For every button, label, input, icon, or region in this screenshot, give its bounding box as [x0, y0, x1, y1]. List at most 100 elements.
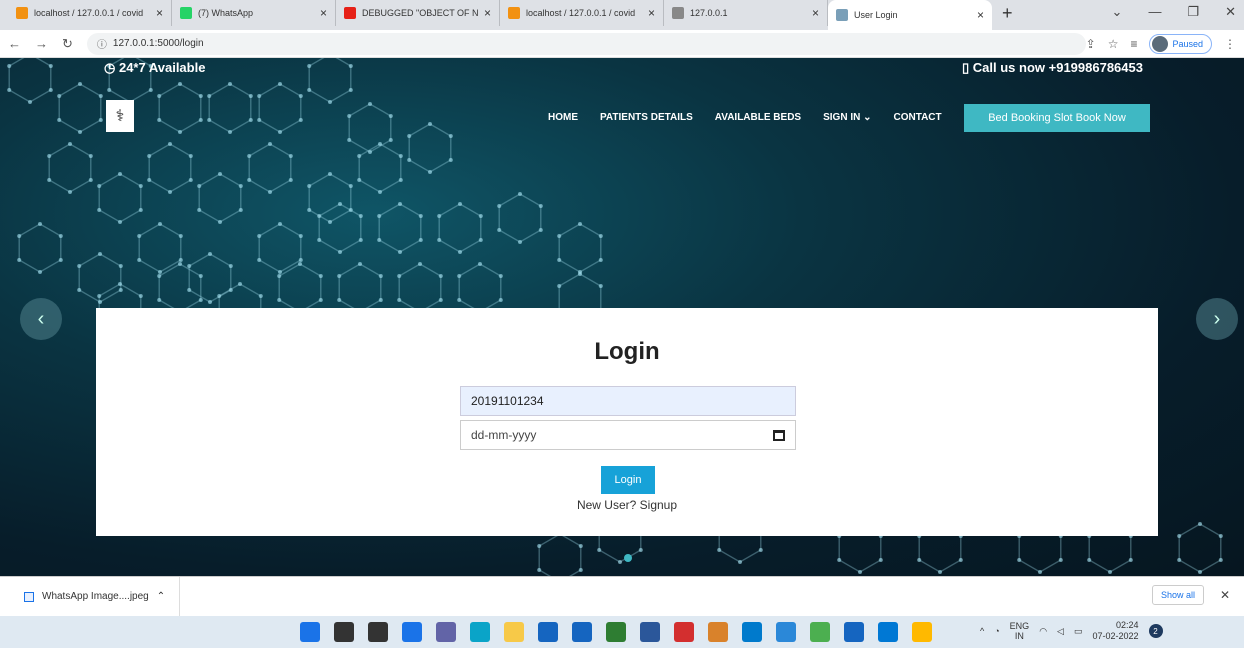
lang-indicator[interactable]: ENG IN	[1010, 621, 1030, 641]
taskbar-app-icon[interactable]	[504, 622, 524, 642]
taskbar-app-icon[interactable]	[640, 622, 660, 642]
hexagon-node	[158, 270, 162, 274]
close-tab-icon[interactable]: ×	[812, 6, 819, 20]
close-tab-icon[interactable]: ×	[156, 6, 163, 20]
hexagon-node	[578, 568, 583, 572]
hexagon-node	[407, 134, 412, 138]
hexagon-node	[348, 184, 353, 188]
nav-sign-in[interactable]: SIGN IN ⌄	[823, 112, 871, 123]
taskbar-app-icon[interactable]	[300, 622, 320, 642]
hexagon-node	[878, 558, 883, 562]
carousel-next-button[interactable]: ›	[1196, 298, 1238, 340]
hexagon-node	[198, 274, 203, 278]
carousel-indicator[interactable]	[624, 554, 632, 562]
close-tab-icon[interactable]: ×	[320, 6, 327, 20]
info-icon[interactable]: ⓘ	[97, 36, 107, 51]
window-controls: ⌄ — ❐ ✕	[1112, 4, 1236, 20]
taskbar-app-icon[interactable]	[402, 622, 422, 642]
hexagon-node	[398, 202, 402, 206]
profile-status: Paused	[1172, 38, 1203, 49]
chevron-up-icon[interactable]: ^	[980, 626, 984, 636]
wifi-icon[interactable]: ◠	[1039, 626, 1047, 637]
taskbar-app-icon[interactable]	[810, 622, 830, 642]
hexagon-shape	[498, 193, 542, 243]
hexagon-node	[168, 190, 172, 194]
browser-tab[interactable]: localhost / 127.0.0.1 / covid ×	[500, 0, 664, 26]
taskbar-app-icon[interactable]	[436, 622, 456, 642]
taskbar-app-icon[interactable]	[742, 622, 762, 642]
date-input[interactable]: dd-mm-yyyy	[460, 420, 796, 450]
taskbar-app-icon[interactable]	[538, 622, 558, 642]
notification-badge[interactable]: 2	[1148, 624, 1163, 638]
restore-icon[interactable]: ❐	[1187, 4, 1199, 20]
nav-home[interactable]: HOME	[548, 112, 578, 123]
forward-icon[interactable]: →	[35, 36, 48, 51]
login-title: Login	[594, 338, 660, 365]
browser-tab[interactable]: (7) WhatsApp ×	[172, 0, 336, 26]
chevron-up-icon[interactable]: ⌃	[157, 591, 165, 602]
hexagon-node	[437, 214, 442, 218]
taskbar-app-icon[interactable]	[776, 622, 796, 642]
signup-link[interactable]: New User? Signup	[96, 498, 1158, 512]
star-icon[interactable]: ☆	[1108, 37, 1119, 51]
login-button[interactable]: Login	[601, 466, 655, 494]
menu-icon[interactable]: ⋮	[1224, 37, 1236, 51]
minimize-icon[interactable]: —	[1148, 4, 1161, 20]
taskbar-app-icon[interactable]	[334, 622, 354, 642]
site-logo[interactable]: ⚕	[106, 100, 134, 132]
carousel-prev-button[interactable]: ‹	[20, 298, 62, 340]
close-icon[interactable]: ✕	[1220, 588, 1230, 602]
browser-tab[interactable]: DEBUGGED "OBJECT OF No ×	[336, 0, 500, 26]
nav-available-beds[interactable]: AVAILABLE BEDS	[715, 112, 801, 123]
close-tab-icon[interactable]: ×	[484, 6, 491, 20]
share-icon[interactable]: ⇪	[1086, 37, 1096, 51]
new-tab-icon[interactable]: +	[1002, 3, 1013, 24]
profile-button[interactable]: Paused	[1149, 33, 1212, 54]
taskbar-app-icon[interactable]	[572, 622, 592, 642]
nav-patients-details[interactable]: PATIENTS DETAILS	[600, 112, 693, 123]
hexagon-node	[498, 274, 503, 278]
nav-contact[interactable]: CONTACT	[894, 112, 942, 123]
close-tab-icon[interactable]: ×	[977, 8, 984, 22]
speaker-icon[interactable]: ◁	[1057, 626, 1064, 637]
hexagon-node	[398, 250, 402, 254]
hexagon-node	[187, 288, 192, 292]
taskbar-app-icon[interactable]	[912, 622, 932, 642]
hexagon-node	[478, 262, 482, 266]
download-item[interactable]: WhatsApp Image....jpeg ⌃	[0, 576, 181, 617]
calendar-icon[interactable]	[773, 429, 785, 441]
reading-list-icon[interactable]: ≡	[1130, 37, 1137, 51]
taskbar-app-icon[interactable]	[368, 622, 388, 642]
clock[interactable]: 02:24 07-02-2022	[1092, 620, 1138, 642]
hexagon-node	[228, 130, 232, 134]
taskbar-app-icon[interactable]	[470, 622, 490, 642]
taskbar-app-icon[interactable]	[878, 622, 898, 642]
close-tab-icon[interactable]: ×	[648, 6, 655, 20]
taskbar-app-icon[interactable]	[844, 622, 864, 642]
url-field[interactable]: ⓘ 127.0.0.1:5000/login	[86, 32, 1086, 55]
taskbar-app-icon[interactable]	[708, 622, 728, 642]
login-card: Login 20191101234 dd-mm-yyyy Login New U…	[96, 308, 1158, 536]
browser-tab[interactable]: localhost / 127.0.0.1 / covid ×	[8, 0, 172, 26]
chevron-down-icon[interactable]: ⌄	[1112, 4, 1123, 20]
browser-tab[interactable]: 127.0.0.1 ×	[664, 0, 828, 26]
battery-icon[interactable]: ▭	[1074, 626, 1083, 637]
hexagon-node	[38, 270, 42, 274]
hexagon-node	[338, 202, 342, 206]
user-id-input[interactable]: 20191101234	[460, 386, 796, 416]
back-icon[interactable]: ←	[8, 36, 21, 51]
book-slot-button[interactable]: Bed Booking Slot Book Now	[964, 104, 1150, 132]
taskbar-app-icon[interactable]	[674, 622, 694, 642]
hexagon-node	[457, 298, 462, 302]
hexagon-shape	[58, 83, 102, 133]
network-icon[interactable]: ◔	[994, 626, 999, 636]
hexagon-node	[538, 204, 543, 208]
hexagon-node	[28, 100, 32, 104]
browser-tab[interactable]: User Login ×	[828, 0, 992, 30]
show-all-button[interactable]: Show all	[1151, 585, 1204, 605]
close-window-icon[interactable]: ✕	[1225, 4, 1236, 20]
taskbar-app-icon[interactable]	[606, 622, 626, 642]
reload-icon[interactable]: ↻	[62, 36, 73, 52]
hexagon-node	[138, 294, 143, 298]
hexagon-node	[98, 94, 103, 98]
